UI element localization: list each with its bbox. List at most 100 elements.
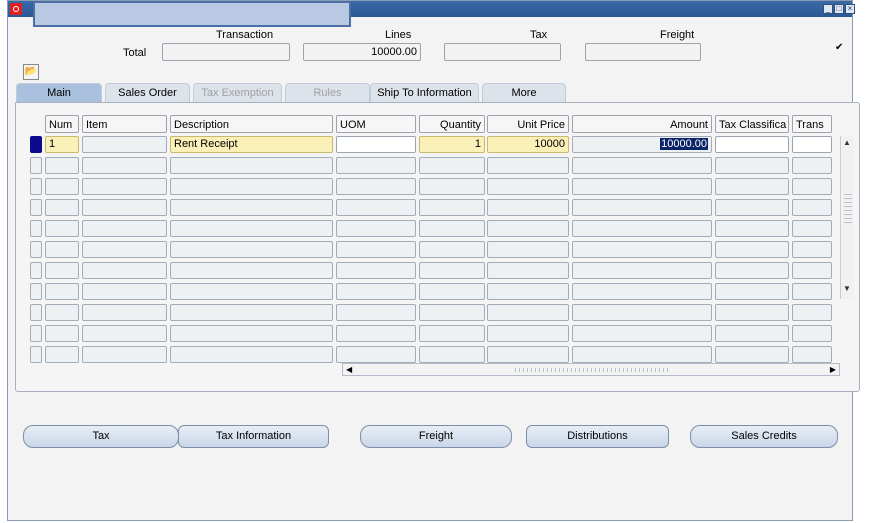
cell-trans[interactable] bbox=[792, 325, 832, 342]
cell-num[interactable] bbox=[45, 325, 79, 342]
cell-amount[interactable] bbox=[572, 241, 712, 258]
cell-num[interactable] bbox=[45, 199, 79, 216]
cell-amount[interactable] bbox=[572, 178, 712, 195]
cell-amount[interactable] bbox=[572, 283, 712, 300]
tab-sales-order[interactable]: Sales Order bbox=[105, 83, 190, 102]
cell-amount[interactable] bbox=[572, 199, 712, 216]
row-indicator[interactable] bbox=[30, 136, 42, 153]
cell-quantity[interactable] bbox=[419, 220, 485, 237]
lines-total-field[interactable]: 10000.00 bbox=[303, 43, 421, 61]
cell-unit-price[interactable] bbox=[487, 178, 569, 195]
column-header-tax-classification[interactable]: Tax Classifica bbox=[715, 115, 789, 133]
cell-amount[interactable] bbox=[572, 346, 712, 363]
cell-amount[interactable]: 10000.00 bbox=[572, 136, 712, 153]
cell-num[interactable] bbox=[45, 241, 79, 258]
cell-num[interactable] bbox=[45, 262, 79, 279]
tax-button[interactable]: Tax bbox=[23, 425, 179, 448]
distributions-button[interactable]: Distributions bbox=[526, 425, 669, 448]
cell-unit-price[interactable] bbox=[487, 199, 569, 216]
scroll-up-icon[interactable]: ▲ bbox=[843, 138, 851, 147]
cell-unit-price[interactable] bbox=[487, 157, 569, 174]
cell-amount[interactable] bbox=[572, 325, 712, 342]
cell-description[interactable] bbox=[170, 283, 333, 300]
cell-tax-classification[interactable] bbox=[715, 346, 789, 363]
cell-tax-classification[interactable] bbox=[715, 325, 789, 342]
cell-unit-price[interactable] bbox=[487, 346, 569, 363]
row-indicator[interactable] bbox=[30, 346, 42, 363]
cell-uom[interactable] bbox=[336, 220, 416, 237]
vertical-scrollbar[interactable]: ▲ ▼ bbox=[840, 136, 854, 299]
cell-description[interactable] bbox=[170, 157, 333, 174]
horizontal-scrollbar[interactable]: ◀ ▶ bbox=[342, 363, 840, 376]
cell-uom[interactable] bbox=[336, 325, 416, 342]
cell-unit-price[interactable] bbox=[487, 304, 569, 321]
row-indicator[interactable] bbox=[30, 262, 42, 279]
cell-unit-price[interactable] bbox=[487, 220, 569, 237]
cell-tax-classification[interactable] bbox=[715, 241, 789, 258]
row-indicator[interactable] bbox=[30, 178, 42, 195]
cell-num[interactable] bbox=[45, 283, 79, 300]
cell-uom[interactable] bbox=[336, 157, 416, 174]
scroll-grip-horizontal[interactable] bbox=[515, 368, 671, 372]
cell-trans[interactable] bbox=[792, 157, 832, 174]
cell-quantity[interactable] bbox=[419, 178, 485, 195]
column-header-description[interactable]: Description bbox=[170, 115, 333, 133]
cell-num[interactable] bbox=[45, 304, 79, 321]
cell-tax-classification[interactable] bbox=[715, 199, 789, 216]
cell-uom[interactable] bbox=[336, 283, 416, 300]
cell-amount[interactable] bbox=[572, 157, 712, 174]
cell-item[interactable] bbox=[82, 283, 167, 300]
freight-total-field[interactable] bbox=[585, 43, 701, 61]
cell-item[interactable] bbox=[82, 241, 167, 258]
cell-unit-price[interactable] bbox=[487, 241, 569, 258]
cell-tax-classification[interactable] bbox=[715, 304, 789, 321]
tab-ship-to-information[interactable]: Ship To Information bbox=[370, 83, 479, 102]
cell-trans[interactable] bbox=[792, 178, 832, 195]
scroll-grip[interactable] bbox=[844, 194, 852, 226]
cell-num[interactable] bbox=[45, 220, 79, 237]
cell-quantity[interactable] bbox=[419, 283, 485, 300]
row-indicator[interactable] bbox=[30, 304, 42, 321]
column-header-item[interactable]: Item bbox=[82, 115, 167, 133]
cell-unit-price[interactable] bbox=[487, 325, 569, 342]
cell-item[interactable] bbox=[82, 304, 167, 321]
cell-trans[interactable] bbox=[792, 304, 832, 321]
cell-num[interactable]: 1 bbox=[45, 136, 79, 153]
cell-quantity[interactable] bbox=[419, 241, 485, 258]
cell-quantity[interactable] bbox=[419, 346, 485, 363]
cell-num[interactable] bbox=[45, 178, 79, 195]
cell-amount[interactable] bbox=[572, 262, 712, 279]
cell-uom[interactable] bbox=[336, 199, 416, 216]
column-header-amount[interactable]: Amount bbox=[572, 115, 712, 133]
cell-trans[interactable] bbox=[792, 283, 832, 300]
column-header-num[interactable]: Num bbox=[45, 115, 79, 133]
cell-trans[interactable] bbox=[792, 346, 832, 363]
maximize-icon[interactable]: □ bbox=[834, 4, 844, 14]
cell-quantity[interactable] bbox=[419, 325, 485, 342]
cell-unit-price[interactable] bbox=[487, 262, 569, 279]
tab-tax-exemption[interactable]: Tax Exemption bbox=[193, 83, 282, 102]
cell-trans[interactable] bbox=[792, 199, 832, 216]
minimize-icon[interactable]: _ bbox=[823, 4, 833, 14]
cell-item[interactable] bbox=[82, 262, 167, 279]
row-indicator[interactable] bbox=[30, 220, 42, 237]
cell-item[interactable] bbox=[82, 220, 167, 237]
column-header-unit-price[interactable]: Unit Price bbox=[487, 115, 569, 133]
cell-tax-classification[interactable] bbox=[715, 283, 789, 300]
column-header-trans[interactable]: Trans bbox=[792, 115, 832, 133]
cell-item[interactable] bbox=[82, 178, 167, 195]
cell-description[interactable] bbox=[170, 199, 333, 216]
scroll-right-icon[interactable]: ▶ bbox=[830, 364, 836, 375]
cell-tax-classification[interactable] bbox=[715, 157, 789, 174]
column-header-uom[interactable]: UOM bbox=[336, 115, 416, 133]
cell-tax-classification[interactable] bbox=[715, 262, 789, 279]
tab-rules[interactable]: Rules bbox=[285, 83, 370, 102]
column-header-quantity[interactable]: Quantity bbox=[419, 115, 485, 133]
row-indicator[interactable] bbox=[30, 325, 42, 342]
row-indicator[interactable] bbox=[30, 241, 42, 258]
freight-button[interactable]: Freight bbox=[360, 425, 512, 448]
cell-uom[interactable] bbox=[336, 178, 416, 195]
transaction-total-field[interactable] bbox=[162, 43, 290, 61]
cell-description[interactable] bbox=[170, 241, 333, 258]
cell-num[interactable] bbox=[45, 346, 79, 363]
